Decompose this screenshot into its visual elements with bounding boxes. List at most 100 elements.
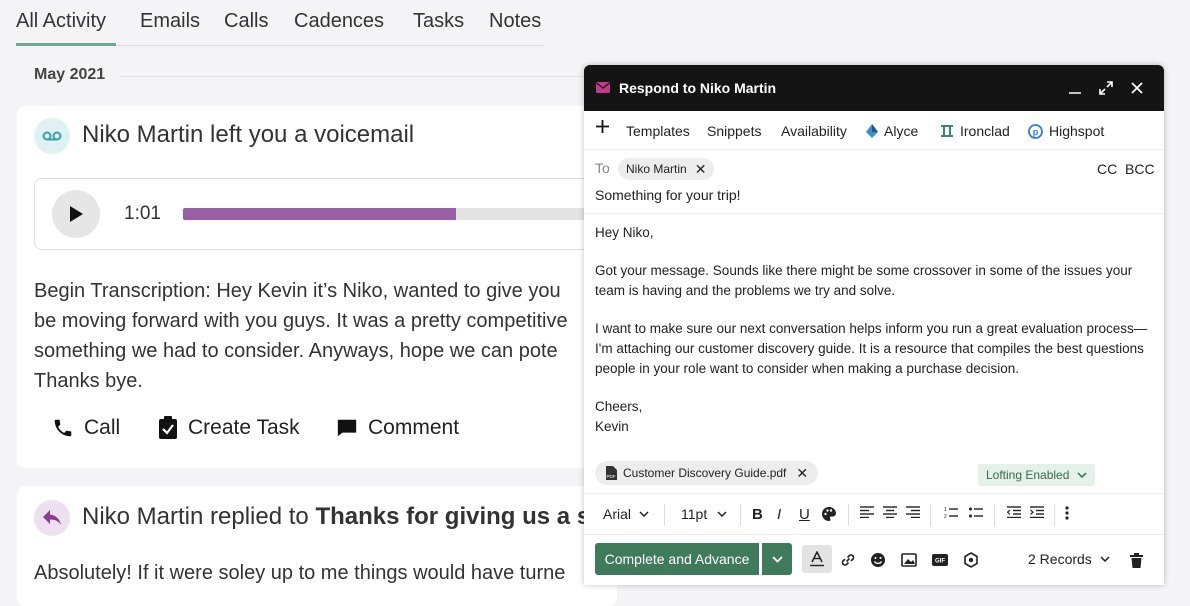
- compose-window: Respond to Niko Martin Templates Snippet…: [584, 65, 1164, 585]
- close-icon: [1131, 82, 1143, 94]
- chevron-down-icon: [639, 511, 649, 517]
- recipient-name: Niko Martin: [626, 162, 687, 176]
- minimize-button[interactable]: [1064, 77, 1086, 99]
- bcc-button[interactable]: BCC: [1125, 161, 1155, 177]
- call-button[interactable]: Call: [52, 416, 120, 440]
- bullet-list-button[interactable]: [969, 506, 983, 518]
- font-size-select[interactable]: 11pt: [681, 506, 727, 522]
- ironclad-button[interactable]: Ironclad: [940, 123, 1010, 139]
- envelope-icon: [596, 82, 610, 93]
- create-task-button[interactable]: Create Task: [158, 416, 300, 440]
- insert-link-button[interactable]: [838, 550, 858, 570]
- compose-header: Respond to Niko Martin: [584, 65, 1164, 111]
- align-left-icon: [860, 506, 874, 518]
- cc-button[interactable]: CC: [1097, 161, 1117, 177]
- text-color-button[interactable]: [821, 506, 837, 522]
- add-button[interactable]: [596, 120, 615, 133]
- italic-button[interactable]: I: [777, 506, 781, 523]
- reply-subject[interactable]: Thanks for giving us a sh: [315, 503, 604, 530]
- chevron-down-icon: [771, 555, 783, 563]
- complete-and-advance-button[interactable]: Complete and Advance: [595, 543, 759, 575]
- activity-tabs: All Activity Emails Calls Cadences Tasks…: [0, 0, 1190, 48]
- comment-button[interactable]: Comment: [336, 416, 459, 440]
- tab-emails[interactable]: Emails: [140, 10, 200, 33]
- complete-options-button[interactable]: [762, 543, 792, 575]
- highspot-button[interactable]: p Highspot: [1028, 123, 1104, 139]
- bold-button[interactable]: B: [752, 506, 763, 523]
- gif-icon: GIF: [932, 554, 948, 566]
- recipient-chip[interactable]: Niko Martin ✕: [618, 158, 715, 180]
- align-center-button[interactable]: [883, 506, 897, 518]
- chevron-down-icon: [1077, 472, 1087, 478]
- voicemail-transcript: Begin Transcription: Hey Kevin it’s Niko…: [34, 276, 594, 396]
- smiley-icon: [871, 553, 885, 567]
- to-label: To: [595, 160, 610, 176]
- compose-title: Respond to Niko Martin: [619, 80, 777, 96]
- call-label: Call: [84, 416, 121, 439]
- highspot-icon: p: [1028, 123, 1043, 139]
- indent-button[interactable]: [1030, 506, 1044, 518]
- tab-calls[interactable]: Calls: [224, 10, 268, 33]
- chevron-down-icon: [717, 511, 727, 517]
- insert-gif-button[interactable]: GIF: [930, 550, 950, 570]
- align-left-button[interactable]: [860, 506, 874, 518]
- delete-draft-button[interactable]: [1126, 550, 1146, 570]
- subject-field[interactable]: Something for your trip!: [595, 187, 741, 203]
- lofting-dropdown[interactable]: Lofting Enabled: [978, 464, 1096, 486]
- phone-icon: [54, 419, 72, 437]
- toolbar-separator: [930, 504, 931, 526]
- remove-recipient-icon[interactable]: ✕: [695, 161, 707, 178]
- insert-emoji-button[interactable]: [868, 550, 888, 570]
- underline-button[interactable]: U: [799, 506, 810, 523]
- body-paragraph: I want to make sure our next conversatio…: [595, 321, 1148, 376]
- alyce-icon: [866, 124, 878, 138]
- email-body[interactable]: Hey Niko, Got your message. Sounds like …: [595, 223, 1150, 455]
- remove-attachment-icon[interactable]: ✕: [796, 465, 808, 482]
- expand-button[interactable]: [1095, 77, 1117, 99]
- expand-icon: [1099, 81, 1113, 95]
- plus-icon: [596, 120, 609, 133]
- lofting-label: Lofting Enabled: [986, 468, 1070, 482]
- alyce-button[interactable]: Alyce: [866, 123, 918, 139]
- snippets-button[interactable]: Snippets: [707, 123, 761, 139]
- tab-all-activity[interactable]: All Activity: [16, 10, 106, 33]
- outdent-icon: [1007, 506, 1021, 518]
- compose-toolbar: Templates Snippets Availability Alyce Ir…: [584, 111, 1164, 150]
- image-icon: [901, 553, 917, 567]
- availability-button[interactable]: Availability: [781, 123, 847, 139]
- insert-integration-button[interactable]: [961, 550, 981, 570]
- reply-title: Niko Martin replied to Thanks for giving…: [82, 503, 605, 531]
- more-options-button[interactable]: [1065, 506, 1069, 520]
- formatting-toolbar: Arial 11pt B I U 12: [584, 493, 1164, 535]
- align-right-button[interactable]: [906, 506, 920, 518]
- tab-cadences[interactable]: Cadences: [294, 10, 384, 33]
- outdent-button[interactable]: [1007, 506, 1021, 518]
- numbered-list-button[interactable]: 12: [944, 506, 958, 518]
- clipboard-check-icon: [159, 416, 177, 439]
- insert-image-button[interactable]: [899, 550, 919, 570]
- underline-icon: U: [799, 506, 810, 523]
- close-button[interactable]: [1126, 77, 1148, 99]
- transcript-line: something we had to consider. Anyways, h…: [34, 340, 558, 362]
- play-button[interactable]: [52, 190, 100, 238]
- ironclad-icon: [941, 125, 953, 137]
- month-divider: [120, 76, 590, 77]
- templates-button[interactable]: Templates: [626, 123, 690, 139]
- text-style-button[interactable]: [802, 545, 832, 573]
- svg-text:p: p: [1033, 127, 1039, 137]
- attachment-chip[interactable]: PDF Customer Discovery Guide.pdf ✕: [595, 461, 819, 485]
- tab-notes[interactable]: Notes: [489, 10, 541, 33]
- font-size-value: 11pt: [681, 506, 708, 522]
- ironclad-label: Ironclad: [960, 123, 1010, 139]
- play-icon: [70, 206, 83, 222]
- indent-icon: [1030, 506, 1044, 518]
- voicemail-icon: [34, 118, 70, 154]
- transcript-line: Thanks bye.: [34, 370, 143, 392]
- comment-label: Comment: [368, 416, 460, 439]
- toolbar-separator: [664, 504, 665, 526]
- link-icon: [841, 554, 855, 566]
- records-dropdown[interactable]: 2 Records: [1028, 551, 1110, 567]
- tab-tasks[interactable]: Tasks: [413, 10, 464, 33]
- audio-progress-track[interactable]: [183, 208, 603, 220]
- font-family-select[interactable]: Arial: [603, 506, 649, 522]
